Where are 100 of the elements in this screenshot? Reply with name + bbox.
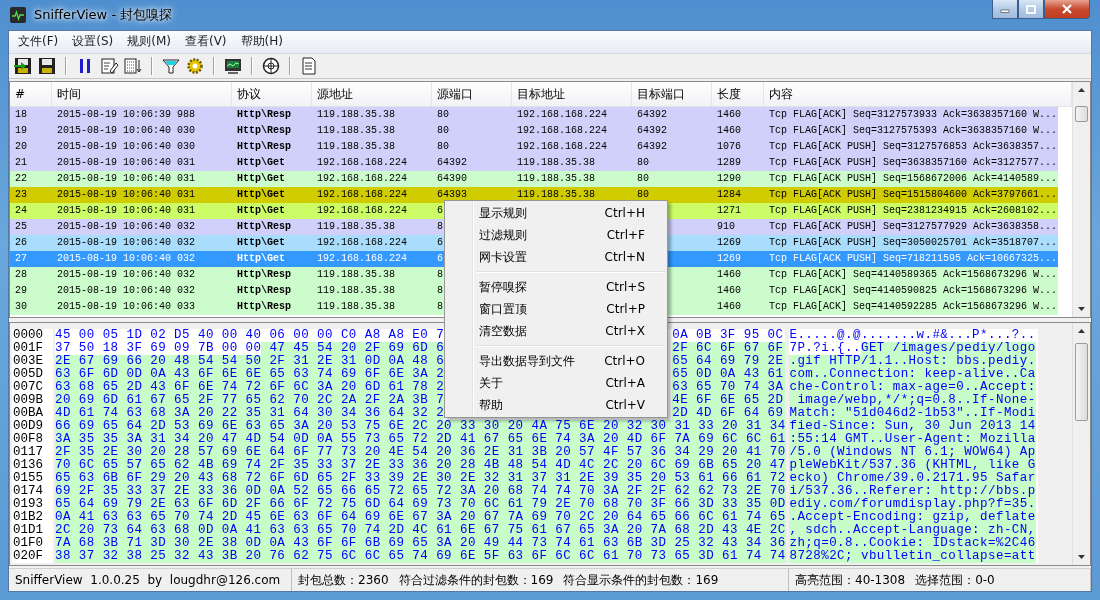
table-cell-text: 119.188.35.38 xyxy=(316,108,395,123)
table-cell-text: 80 xyxy=(436,140,449,155)
table-cell-text: 1269 xyxy=(716,252,741,267)
status-text: 封包总数：2360 xyxy=(298,571,389,589)
table-cell-text: 30 xyxy=(14,300,27,315)
table-cell-text: Http\Resp xyxy=(236,108,291,123)
table-cell-text: Tcp FLAG[ACK] Seq=4140590825 Ack=1568673296 W... xyxy=(768,284,1058,299)
table-cell-text: 64393 xyxy=(436,188,467,203)
table-cell-text: 192.168.168.224 xyxy=(316,204,407,219)
table-cell-text: 2015-08-19 10:06:40 031 xyxy=(56,156,196,171)
table-cell-text: 20 xyxy=(14,140,27,155)
table-cell-text: 80 xyxy=(436,124,449,139)
table-cell-text: 119.188.35.38 xyxy=(516,156,595,171)
table-cell-text: 2015-08-19 10:06:40 030 xyxy=(56,124,196,139)
table-cell-text: 192.168.168.224 xyxy=(516,124,607,139)
table-cell-text: 1271 xyxy=(716,204,741,219)
table-cell-text: 27 xyxy=(14,252,27,267)
table-cell-text: Tcp FLAG[ACK PUSH] Seq=718211595 Ack=10667325... xyxy=(768,252,1058,267)
table-cell-text: 119.188.35.38 xyxy=(316,268,395,283)
table-cell-text: 2015-08-19 10:06:40 032 xyxy=(56,252,196,267)
table-cell-text: Http\Resp xyxy=(236,300,291,315)
table-cell-text: 1460 xyxy=(716,124,741,139)
table-cell-text: 23 xyxy=(14,188,27,203)
table-cell-text: 2015-08-19 10:06:40 032 xyxy=(56,268,196,283)
table-cell-text: Http\Get xyxy=(236,156,285,171)
table-cell-text: Tcp FLAG[ACK] Seq=3127575393 Ack=3638357160 W... xyxy=(768,124,1058,139)
table-cell-text: 119.188.35.38 xyxy=(516,188,595,203)
table-cell-text: Http\Get xyxy=(236,204,285,219)
table-cell-text: 1460 xyxy=(716,300,741,315)
table-cell-text: 80 xyxy=(636,172,649,187)
table-cell-text: 26 xyxy=(14,236,27,251)
table-cell-text: Tcp FLAG[ACK PUSH] Seq=3127576853 Ack=3638357... xyxy=(768,140,1058,155)
table-cell-text: 6 xyxy=(436,236,443,251)
table-cell-text: 22 xyxy=(14,172,27,187)
table-cell-text: 192.168.168.224 xyxy=(316,236,407,251)
table-cell-text: 19 xyxy=(14,124,27,139)
shortcut-text: Ctrl+X xyxy=(605,324,645,338)
table-cell-text: 1289 xyxy=(716,156,741,171)
table-cell-text: 6 xyxy=(436,204,443,219)
table-cell-text: Tcp FLAG[ACK PUSH] Seq=1568672006 Ack=4140589... xyxy=(768,172,1058,187)
table-cell-text: 2015-08-19 10:06:40 031 xyxy=(56,188,196,203)
table-cell-text: Http\Get xyxy=(236,172,285,187)
table-cell-text: 119.188.35.38 xyxy=(516,172,595,187)
table-cell-text: Http\Resp xyxy=(236,140,291,155)
table-cell-text: 24 xyxy=(14,204,27,219)
table-cell-text: Tcp FLAG[ACK PUSH] Seq=1515804600 Ack=3797661... xyxy=(768,188,1058,203)
table-cell-text: 119.188.35.38 xyxy=(316,220,395,235)
table-cell-text: 2015-08-19 10:06:40 032 xyxy=(56,220,196,235)
table-cell-text: 1269 xyxy=(716,236,741,251)
table-cell-text: Http\Resp xyxy=(236,124,291,139)
table-cell-text: Http\Get xyxy=(236,188,285,203)
table-cell-text: 2015-08-19 10:06:40 031 xyxy=(56,204,196,219)
table-cell-text: 192.168.168.224 xyxy=(316,252,407,267)
shortcut-text: Ctrl+O xyxy=(604,354,645,368)
shortcut-text: Ctrl+F xyxy=(606,228,645,242)
status-text: 选择范围：0-0 xyxy=(915,571,995,589)
table-cell-text: 18 xyxy=(14,108,27,123)
table-cell-text: 21 xyxy=(14,156,27,171)
table-cell-text: 64392 xyxy=(636,140,667,155)
table-cell-text: 192.168.168.224 xyxy=(316,188,407,203)
table-cell-text: 80 xyxy=(636,156,649,171)
table-cell-text: 29 xyxy=(14,284,27,299)
table-cell-text: 1284 xyxy=(716,188,741,203)
table-cell-text: 119.188.35.38 xyxy=(316,124,395,139)
table-cell-text: Http\Get xyxy=(236,236,285,251)
table-cell-text: 1290 xyxy=(716,172,741,187)
table-cell-text: Tcp FLAG[ACK] Seq=3127573933 Ack=3638357160 W... xyxy=(768,108,1058,123)
shortcut-text: Ctrl+H xyxy=(604,206,645,220)
shortcut-text: Ctrl+N xyxy=(604,250,645,264)
table-cell-text: 25 xyxy=(14,220,27,235)
table-cell-text: 192.168.168.224 xyxy=(516,108,607,123)
table-cell-text: 2015-08-19 10:06:40 030 xyxy=(56,140,196,155)
table-cell-text: 2015-08-19 10:06:40 033 xyxy=(56,300,196,315)
table-cell-text: Tcp FLAG[ACK PUSH] Seq=2381234915 Ack=2608102... xyxy=(768,204,1058,219)
table-cell-text: 910 xyxy=(716,220,735,235)
table-cell-text: 1076 xyxy=(716,140,741,155)
table-cell-text: 1460 xyxy=(716,284,741,299)
table-cell-text: Http\Resp xyxy=(236,284,291,299)
table-cell-text: 64390 xyxy=(436,172,467,187)
status-text: 高亮范围：40-1308 xyxy=(795,571,906,589)
table-cell-text: 8 xyxy=(436,284,443,299)
table-cell-text: Tcp FLAG[ACK] Seq=4140592285 Ack=1568673296 W... xyxy=(768,300,1058,315)
shortcut-text: Ctrl+V xyxy=(605,398,645,412)
table-cell-text: 119.188.35.38 xyxy=(316,284,395,299)
window-title: SnifferView - 封包嗅探 xyxy=(34,6,173,24)
table-cell-text: 8 xyxy=(436,220,443,235)
table-cell-text: 119.188.35.38 xyxy=(316,300,395,315)
table-cell-text: Tcp FLAG[ACK PUSH] Seq=3638357160 Ack=3127577... xyxy=(768,156,1058,171)
table-cell-text: Http\Get xyxy=(236,252,285,267)
version-text: SnifferView 1.0.0.25 by lougdhr@126.com xyxy=(15,573,281,588)
shortcut-text: Ctrl+S xyxy=(605,280,645,294)
table-cell-text: Http\Resp xyxy=(236,268,291,283)
table-cell-text: 2015-08-19 10:06:40 032 xyxy=(56,236,196,251)
table-cell-text: Tcp FLAG[ACK PUSH] Seq=3050025701 Ack=3518707... xyxy=(768,236,1058,251)
table-cell-text: Tcp FLAG[ACK PUSH] Seq=3127577929 Ack=3638358... xyxy=(768,220,1058,235)
table-cell-text: 192.168.168.224 xyxy=(316,156,407,171)
table-cell-text: 192.168.168.224 xyxy=(516,140,607,155)
offset-label: 0000 xyxy=(12,328,53,342)
ascii-text: E.....@.@.......w.#&...P*...?.. xyxy=(789,328,1036,342)
table-cell-text: 64392 xyxy=(636,124,667,139)
